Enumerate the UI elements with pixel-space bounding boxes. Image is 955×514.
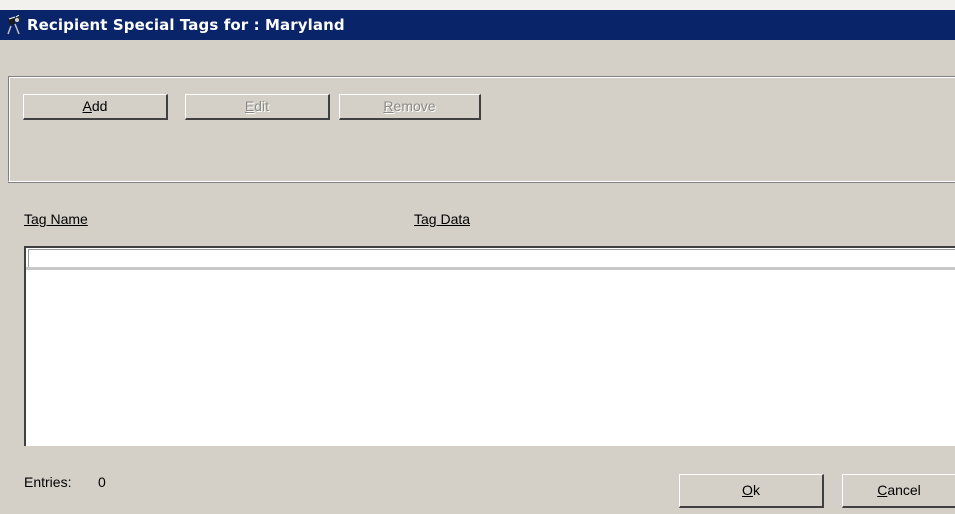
column-header-tag-name[interactable]: Tag Name <box>24 211 88 227</box>
window-title: Recipient Special Tags for : Maryland <box>27 16 345 34</box>
remove-button[interactable]: Remove <box>339 94 481 120</box>
window-top-edge <box>0 0 955 10</box>
cancel-button-label-rest: ancel <box>887 482 921 498</box>
title-bar[interactable]: Recipient Special Tags for : Maryland <box>0 10 955 40</box>
add-button-label-rest: dd <box>91 98 108 114</box>
column-header-tag-data[interactable]: Tag Data <box>414 211 470 227</box>
tags-list[interactable] <box>24 246 955 446</box>
ok-button-mnemonic: O <box>742 482 753 498</box>
remove-button-label-rest: emove <box>393 98 436 114</box>
ok-button[interactable]: Ok <box>679 474 824 508</box>
edit-button-label-rest: dit <box>254 98 270 114</box>
cancel-button[interactable]: Cancel <box>842 474 955 508</box>
dialog-window: Recipient Special Tags for : Maryland Ad… <box>0 0 955 514</box>
add-button-mnemonic: A <box>82 98 92 114</box>
edit-button[interactable]: Edit <box>185 94 330 120</box>
toolbar-panel <box>8 76 955 182</box>
list-focus-row[interactable] <box>28 249 955 269</box>
remove-button-mnemonic: R <box>383 98 394 114</box>
edit-button-mnemonic: E <box>244 98 255 114</box>
list-row-divider <box>26 267 955 270</box>
add-button[interactable]: Add <box>23 94 168 120</box>
entries-count: 0 <box>98 474 106 490</box>
cancel-button-mnemonic: C <box>877 482 888 498</box>
satellite-dish-icon <box>6 14 24 35</box>
ok-button-label-rest: k <box>752 482 760 498</box>
entries-label: Entries: <box>24 474 72 490</box>
